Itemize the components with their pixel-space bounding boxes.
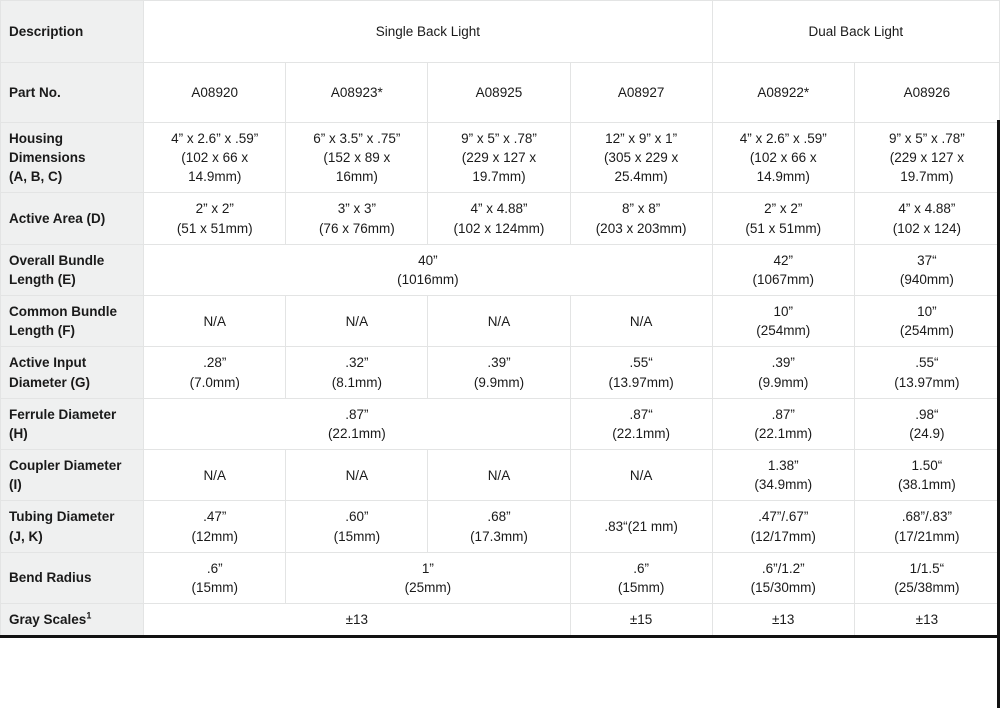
data-cell: .39” (9.9mm) [711, 346, 855, 399]
data-cell: .55“ (13.97mm) [853, 346, 1000, 399]
data-cell: N/A [427, 449, 571, 502]
data-cell: 10” (254mm) [711, 295, 855, 348]
data-cell: N/A [285, 295, 429, 348]
row-label: Tubing Diameter (J, K) [0, 500, 145, 553]
group-header-row: Description Single Back Light Dual Back Li… [0, 0, 1000, 63]
table-row: Ferrule Diameter (H) .87” (22.1mm) .87“ (22.1… [0, 397, 1000, 451]
data-cell: N/A [143, 449, 287, 502]
data-cell: N/A [285, 449, 429, 502]
data-cell: N/A [427, 295, 571, 348]
part-number-cell: A08920 [143, 62, 287, 123]
footnote-marker: 1 [86, 610, 92, 621]
data-cell: 3” x 3” (76 x 76mm) [285, 192, 429, 245]
part-number-row: Part No. A08920 A08923* A08925 A08927 A08922*… [0, 62, 1000, 123]
data-cell: 1.50“ (38.1mm) [853, 449, 1000, 502]
data-cell: .83“(21 mm) [569, 500, 713, 553]
description-header-cell: Description [0, 0, 145, 63]
data-cell: 4” x 4.88” (102 x 124) [853, 192, 1000, 245]
row-label: Bend Radius [0, 551, 145, 604]
data-cell: 1.38” (34.9mm) [711, 449, 855, 502]
data-cell: 37“ (940mm) [853, 243, 1000, 297]
row-label: Active Input Diameter (G) [0, 346, 145, 399]
specifications-table: Description Single Back Light Dual Back Li… [0, 0, 1000, 639]
part-number-cell: A08925 [427, 62, 571, 123]
row-label: Common Bundle Length (F) [0, 295, 145, 348]
group-header-dual-back-light: Dual Back Light [711, 0, 1000, 63]
data-cell: .87“ (22.1mm) [569, 397, 713, 451]
data-cell: 8” x 8” (203 x 203mm) [569, 192, 713, 245]
data-cell: .47” (12mm) [143, 500, 287, 553]
table-row: Active Input Diameter (G) .28” (7.0mm) .32”(… [0, 346, 1000, 399]
table-row: Common Bundle Length (F) N/A N/A N/A N/A 10” (2… [0, 295, 1000, 348]
data-cell: 1/1.5“ (25/38mm) [853, 551, 1000, 604]
part-number-cell: A08922* [711, 62, 855, 123]
table-page: Description Single Back Light Dual Back Li… [0, 0, 1000, 708]
row-label: Housing Dimensions (A, B, C) [0, 121, 145, 194]
row-label: Gray Scales1 [0, 602, 145, 638]
data-cell: .87” (22.1mm) [711, 397, 855, 451]
table-row: Tubing Diameter (J, K) .47” (12mm) .60” (15mm… [0, 500, 1000, 553]
data-cell: .68” (17.3mm) [427, 500, 571, 553]
data-cell: 2” x 2” (51 x 51mm) [143, 192, 287, 245]
group-header-single-back-light: Single Back Light [143, 0, 713, 63]
part-number-cell: A08923* [285, 62, 429, 123]
data-cell: 40” (1016mm) [143, 243, 713, 297]
table-row: Bend Radius .6” (15mm) 1” (25mm) .6” (15mm) .6”… [0, 551, 1000, 604]
data-cell: 10” (254mm) [853, 295, 1000, 348]
data-cell: 9” x 5” x .78” (229 x 127 x 19.7mm) [427, 121, 571, 194]
row-label-part-no: Part No. [0, 62, 145, 123]
data-cell: 4” x 4.88” (102 x 124mm) [427, 192, 571, 245]
data-cell: 4” x 2.6” x .59” (102 x 66 x 14.9mm) [143, 121, 287, 194]
data-cell: N/A [143, 295, 287, 348]
part-number-cell: A08926 [853, 62, 1000, 123]
table-body: Description Single Back Light Dual Back Li… [0, 0, 1000, 638]
data-cell: N/A [569, 449, 713, 502]
table-row: Gray Scales1 ±13 ±15 ±13 ±13 [0, 602, 1000, 638]
table-row: Housing Dimensions (A, B, C) 4” x 2.6” x .5… [0, 121, 1000, 194]
data-cell: 4” x 2.6” x .59” (102 x 66 x 14.9mm) [711, 121, 855, 194]
data-cell: .6”/1.2” (15/30mm) [711, 551, 855, 604]
data-cell: .6” (15mm) [143, 551, 287, 604]
data-cell: .68”/.83” (17/21mm) [853, 500, 1000, 553]
data-cell: N/A [569, 295, 713, 348]
table-row: Coupler Diameter (I) N/A N/A N/A N/A 1.38” (34.… [0, 449, 1000, 502]
data-cell: 42” (1067mm) [711, 243, 855, 297]
data-cell: .87” (22.1mm) [143, 397, 571, 451]
data-cell: .98“ (24.9) [853, 397, 1000, 451]
row-label: Coupler Diameter (I) [0, 449, 145, 502]
data-cell: .60” (15mm) [285, 500, 429, 553]
data-cell: 1” (25mm) [285, 551, 571, 604]
data-cell: .47”/.67” (12/17mm) [711, 500, 855, 553]
part-number-cell: A08927 [569, 62, 713, 123]
table-row: Active Area (D) 2” x 2” (51 x 51mm) 3” x 3”… [0, 192, 1000, 245]
row-label: Overall Bundle Length (E) [0, 243, 145, 297]
data-cell: ±13 [853, 602, 1000, 638]
row-label: Active Area (D) [0, 192, 145, 245]
data-cell: .32” (8.1mm) [285, 346, 429, 399]
table-row: Overall Bundle Length (E) 40” (1016mm) 42” (1… [0, 243, 1000, 297]
data-cell: 6” x 3.5” x .75” (152 x 89 x 16mm) [285, 121, 429, 194]
data-cell: .39” (9.9mm) [427, 346, 571, 399]
row-label: Ferrule Diameter (H) [0, 397, 145, 451]
data-cell: 12” x 9” x 1” (305 x 229 x 25.4mm) [569, 121, 713, 194]
data-cell: .55“ (13.97mm) [569, 346, 713, 399]
data-cell: ±13 [711, 602, 855, 638]
data-cell: .28” (7.0mm) [143, 346, 287, 399]
data-cell: 9” x 5” x .78” (229 x 127 x 19.7mm) [853, 121, 1000, 194]
data-cell: ±15 [569, 602, 713, 638]
data-cell: .6” (15mm) [569, 551, 713, 604]
data-cell: 2” x 2” (51 x 51mm) [711, 192, 855, 245]
data-cell: ±13 [143, 602, 571, 638]
